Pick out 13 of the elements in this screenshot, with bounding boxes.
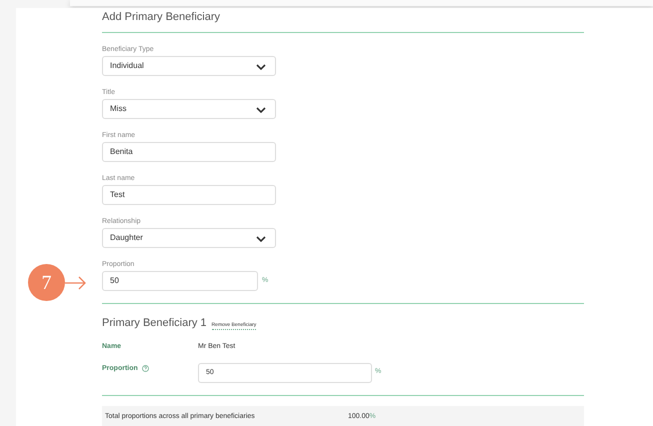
section-title: Primary Beneficiary 1 xyxy=(102,316,207,330)
chevron-down-icon xyxy=(256,64,266,70)
chevron-down-icon xyxy=(256,236,266,242)
input-field[interactable]: Test xyxy=(102,185,276,205)
dropdown[interactable]: Miss xyxy=(102,99,276,119)
input-field[interactable]: 50 xyxy=(102,271,258,291)
help-icon[interactable] xyxy=(142,365,149,372)
input-field[interactable]: Benita xyxy=(102,142,276,162)
dropdown[interactable]: Daughter xyxy=(102,228,276,248)
dropdown[interactable]: Individual xyxy=(102,56,276,76)
page-heading: Add Primary Beneficiary xyxy=(102,10,221,24)
arrow-icon xyxy=(65,276,87,290)
chevron-down-icon xyxy=(256,107,266,113)
